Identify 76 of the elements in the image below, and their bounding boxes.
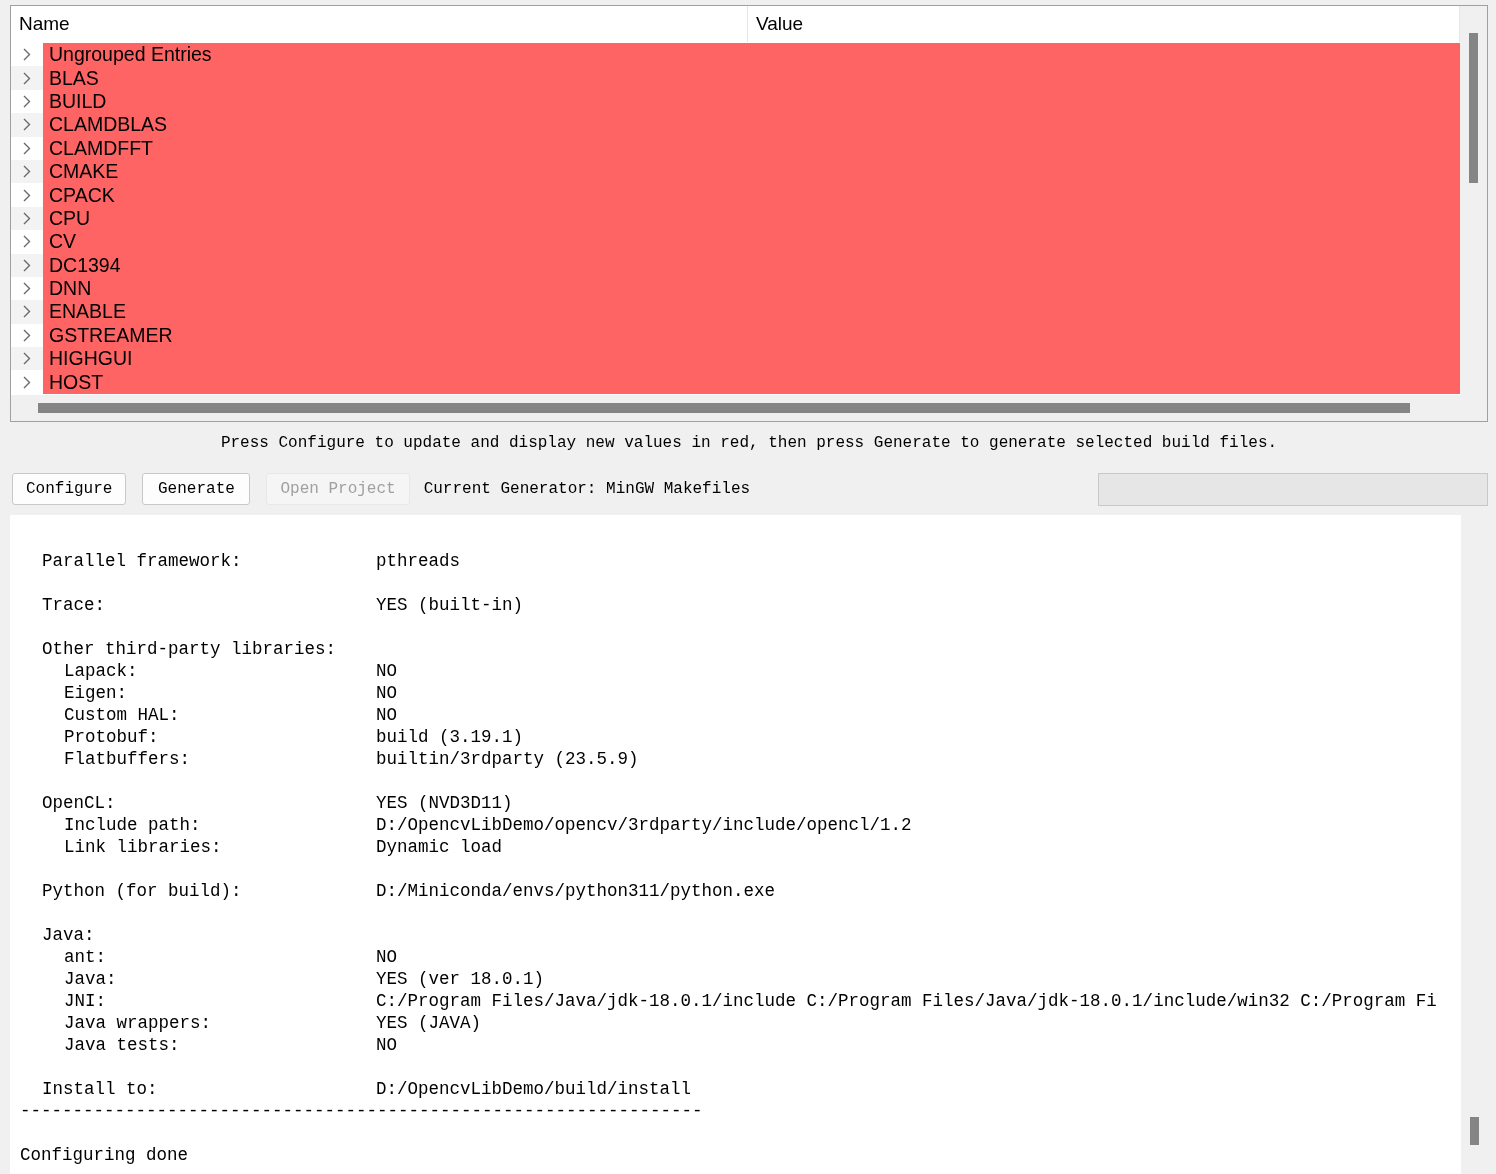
scrollbar-thumb[interactable] — [1469, 33, 1478, 183]
log-value: C:/Program Files/Java/jdk-18.0.1/include C:/Program Files/Java/jdk-18.0.1/include/win32 C:/Program Fi — [376, 991, 1437, 1011]
log-value: YES (JAVA) — [376, 1013, 482, 1033]
tree-item[interactable]: BUILD — [43, 89, 1460, 114]
chevron-right-icon[interactable] — [23, 141, 31, 155]
log-label: Parallel framework: — [42, 551, 243, 571]
chevron-right-icon[interactable] — [23, 165, 31, 179]
chevron-right-icon[interactable] — [23, 352, 31, 366]
log-value: YES (ver 18.0.1) — [376, 969, 545, 989]
chevron-right-icon[interactable] — [23, 211, 31, 225]
scrollbar-thumb[interactable] — [38, 403, 1410, 413]
hint-text: Press Configure to update and display new values in red, then press Generate to generate selected build files. — [219, 433, 1279, 454]
log-label: Other third-party libraries: — [42, 639, 338, 659]
log-value: YES (built-in) — [376, 595, 524, 615]
tree-item[interactable]: GSTREAMER — [43, 323, 1460, 348]
tree-item[interactable]: DC1394 — [43, 253, 1460, 277]
log-label: Lapack: — [64, 661, 139, 681]
tree-item[interactable]: Ungrouped Entries — [43, 43, 1460, 67]
tree-item[interactable]: HOST — [43, 370, 1460, 394]
chevron-right-icon[interactable] — [23, 71, 31, 85]
log-label: Flatbuffers: — [64, 749, 192, 769]
toolbar-button[interactable]: Generate — [142, 473, 251, 505]
tree-item[interactable]: CLAMDFFT — [43, 136, 1460, 160]
log-value: NO — [376, 683, 397, 703]
log-label: Java tests: — [64, 1035, 181, 1055]
log-label: Python (for build): — [42, 881, 243, 901]
tree-item[interactable]: ENABLE — [43, 300, 1460, 324]
chevron-right-icon[interactable] — [23, 48, 31, 62]
generator-label: Current Generator: MinGW Makefiles — [423, 480, 751, 498]
log-value: NO — [376, 1035, 397, 1055]
log-value: D:/OpencvLibDemo/build/install — [376, 1079, 692, 1099]
chevron-right-icon[interactable] — [23, 375, 31, 389]
log-value: Dynamic load — [376, 837, 503, 857]
log-value: NO — [376, 947, 397, 967]
log-label: Eigen: — [64, 683, 128, 703]
log-value: builtin/3rdparty (23.5.9) — [376, 749, 639, 769]
chevron-right-icon[interactable] — [23, 305, 31, 319]
tree-item[interactable]: CLAMDBLAS — [43, 113, 1460, 137]
separator-line: ----------------------------------------------------------------- — [20, 1100, 704, 1122]
log-label: Trace: — [42, 595, 106, 615]
log-value: D:/Miniconda/envs/python311/python.exe — [376, 881, 776, 901]
tree-item[interactable]: CV — [43, 230, 1460, 254]
log-label: Custom HAL: — [64, 705, 181, 725]
column-header[interactable]: Name — [11, 6, 748, 42]
chevron-right-icon[interactable] — [23, 118, 31, 132]
log-line: Configuring done — [20, 1144, 190, 1166]
log-label: Install to: — [42, 1079, 159, 1099]
tree-item[interactable]: CPACK — [43, 183, 1460, 207]
tree-item[interactable]: CMAKE — [43, 159, 1460, 184]
chevron-right-icon[interactable] — [23, 235, 31, 249]
log-value: D:/OpencvLibDemo/opencv/3rdparty/include/opencl/1.2 — [376, 815, 912, 835]
log-value: pthreads — [376, 551, 460, 571]
tree-item[interactable]: BLAS — [43, 66, 1460, 90]
tree-item[interactable]: HIGHGUI — [43, 347, 1460, 371]
chevron-right-icon[interactable] — [23, 282, 31, 296]
chevron-right-icon[interactable] — [23, 188, 31, 202]
log-label: Java: — [42, 925, 96, 945]
log-label: Link libraries: — [64, 837, 223, 857]
log-label: Protobuf: — [64, 727, 160, 747]
log-label: OpenCL: — [42, 793, 117, 813]
log-value: NO — [376, 661, 397, 681]
log-value: build (3.19.1) — [376, 727, 524, 747]
log-label: JNI: — [64, 991, 107, 1011]
log-label: Java: — [64, 969, 118, 989]
log-label: ant: — [64, 947, 107, 967]
log-value: YES (NVD3D11) — [376, 793, 513, 813]
log-value: NO — [376, 705, 397, 725]
log-label: Include path: — [64, 815, 202, 835]
chevron-right-icon[interactable] — [23, 94, 31, 108]
scrollbar-thumb[interactable] — [1470, 1117, 1479, 1145]
toolbar-button[interactable]: Configure — [12, 473, 127, 505]
tree-item[interactable]: DNN — [43, 276, 1460, 301]
tree-item[interactable]: CPU — [43, 206, 1460, 231]
chevron-right-icon[interactable] — [23, 328, 31, 342]
log-label: Java wrappers: — [64, 1013, 213, 1033]
chevron-right-icon[interactable] — [23, 258, 31, 272]
